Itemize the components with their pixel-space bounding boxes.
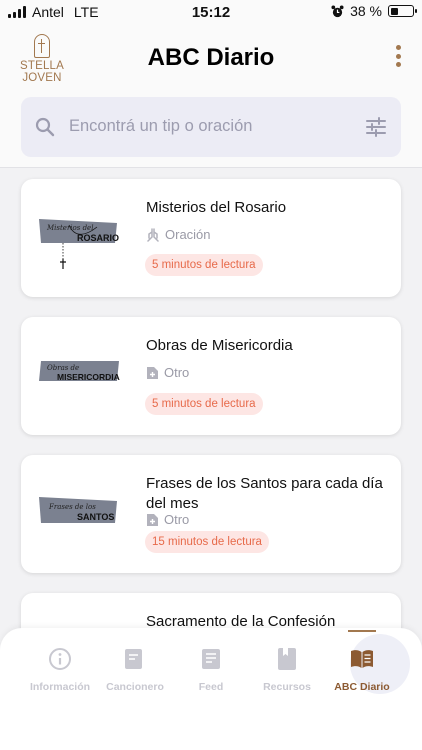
logo-text-line2: JOVEN xyxy=(22,72,62,84)
info-icon xyxy=(49,648,71,670)
search-icon xyxy=(35,117,55,137)
card-title: Misterios del Rosario xyxy=(146,199,287,216)
reading-time-badge: 5 minutos de lectura xyxy=(145,393,263,415)
reading-time-badge: 5 minutos de lectura xyxy=(145,254,263,276)
document-plus-icon xyxy=(147,366,158,379)
svg-text:SANTOS: SANTOS xyxy=(77,512,114,522)
tab-label: Cancionero xyxy=(106,681,164,693)
category-label: Oración xyxy=(165,227,211,242)
list-item[interactable]: Misterios del ROSARIO Misterios del Rosa… xyxy=(21,179,401,297)
praying-hands-icon xyxy=(147,227,159,242)
songbook-icon xyxy=(125,649,142,669)
svg-text:ROSARIO: ROSARIO xyxy=(77,233,119,243)
active-tab-indicator xyxy=(348,630,376,632)
app-header: STELLA JOVEN ABC Diario Encontrá un tip … xyxy=(0,24,422,168)
category-label: Otro xyxy=(164,512,190,527)
tab-label: Recursos xyxy=(263,681,311,693)
bottom-tab-bar: Información Cancionero Feed Recursos ABC xyxy=(0,628,422,750)
alarm-clock-icon xyxy=(331,4,344,17)
santos-thumbnail: Frases de los SANTOS xyxy=(39,497,117,523)
svg-text:Misterios del: Misterios del xyxy=(46,224,93,232)
card-title: Frases de los Santos para cada día del m… xyxy=(146,475,383,512)
card-title: Obras de Misericordia xyxy=(146,337,293,354)
tab-cancionero[interactable]: Cancionero xyxy=(93,646,177,693)
open-book-icon xyxy=(351,650,373,668)
battery-percent: 38 % xyxy=(350,3,382,19)
bookmark-book-icon xyxy=(278,648,296,670)
sliders-icon[interactable] xyxy=(365,116,387,138)
status-bar: Antel LTE 15:12 38 % xyxy=(0,0,422,24)
category-label: Otro xyxy=(164,365,190,380)
svg-text:Obras de: Obras de xyxy=(47,364,79,372)
feed-icon xyxy=(202,649,220,669)
tab-label: Feed xyxy=(198,681,224,693)
battery-icon xyxy=(388,5,417,17)
reading-time-badge: 15 minutos de lectura xyxy=(145,531,269,553)
tab-recursos[interactable]: Recursos xyxy=(245,646,329,693)
list-item[interactable]: Obras de MISERICORDIA Obras de Misericor… xyxy=(21,317,401,435)
search-bar[interactable]: Encontrá un tip o oración xyxy=(21,97,401,157)
tab-feed[interactable]: Feed xyxy=(169,634,410,694)
kebab-menu-icon[interactable] xyxy=(394,44,402,68)
tab-informacion[interactable]: Información xyxy=(18,646,102,693)
svg-text:MISERICORDIA: MISERICORDIA xyxy=(57,372,120,382)
tab-label: Información xyxy=(29,681,91,693)
tab-abc-diario[interactable]: ABC Diario xyxy=(320,646,404,693)
rosary-thumbnail: Misterios del ROSARIO xyxy=(39,219,119,269)
misericordia-thumbnail: Obras de MISERICORDIA xyxy=(39,361,120,382)
page-title: ABC Diario xyxy=(147,44,275,71)
card-category: Otro xyxy=(146,365,189,380)
document-plus-icon xyxy=(147,513,158,526)
list-item[interactable]: Frases de los SANTOS Frases de los Santo… xyxy=(21,455,401,573)
svg-text:Frases de los: Frases de los xyxy=(48,503,96,511)
card-category: Otro xyxy=(146,512,189,527)
card-category: Oración xyxy=(146,227,211,242)
search-input[interactable]: Encontrá un tip o oración xyxy=(69,117,252,136)
tab-label: ABC Diario xyxy=(334,681,390,693)
